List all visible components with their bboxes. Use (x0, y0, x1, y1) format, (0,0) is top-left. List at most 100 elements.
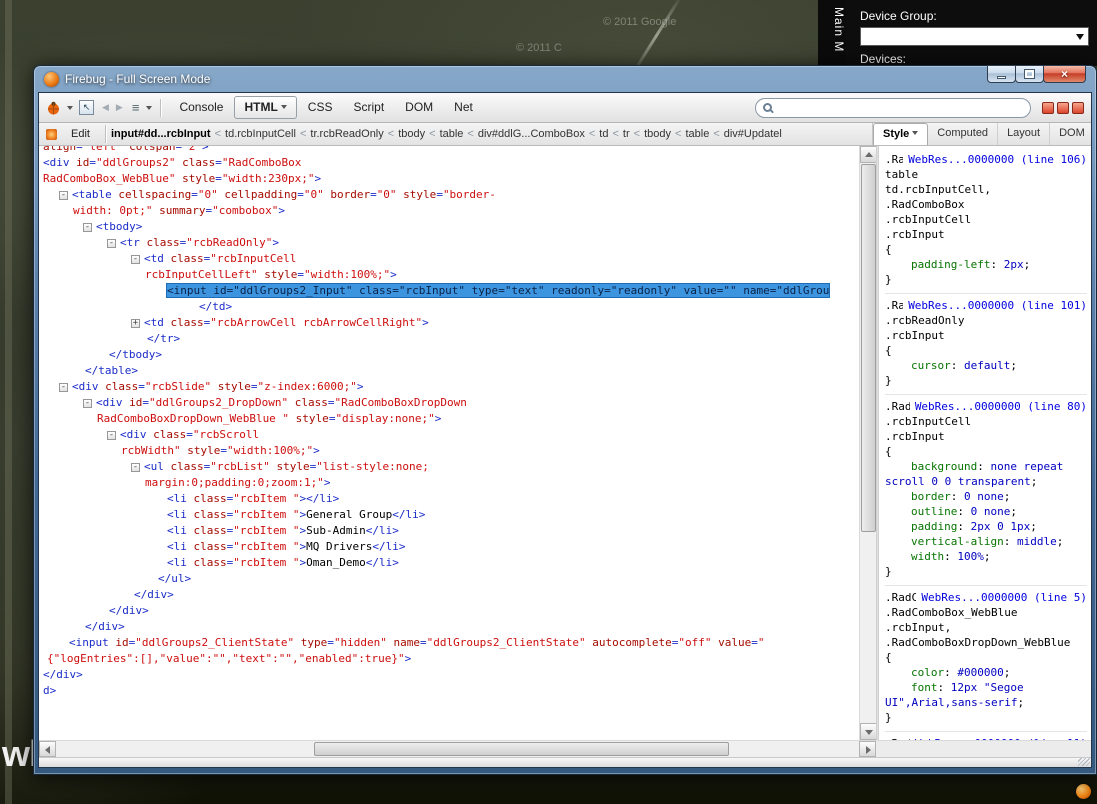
code-line[interactable]: - <tbody> (43, 219, 876, 235)
css-property[interactable]: outline: 0 none; (885, 504, 1087, 519)
code-line[interactable]: </div> (43, 667, 876, 683)
css-property[interactable]: background: none repeat scroll 0 0 trans… (885, 459, 1087, 489)
breadcrumb-item[interactable]: tr (623, 128, 630, 140)
breadcrumb-item[interactable]: div#ddlG...ComboBox (478, 128, 585, 140)
code-line[interactable]: d> (43, 683, 876, 699)
css-property[interactable]: color: #000000; (885, 665, 1087, 680)
panel-options-icon[interactable] (46, 128, 57, 140)
css-selector[interactable]: .rcbInput, (885, 620, 1087, 635)
css-selector[interactable]: table (885, 167, 1087, 182)
tab-script[interactable]: Script (343, 96, 394, 119)
code-line[interactable]: <input id="ddlGroups2_Input" class="rcbI… (43, 283, 876, 299)
side-tab-style[interactable]: Style (873, 123, 929, 145)
collapse-icon[interactable]: - (59, 191, 68, 200)
maximize-button[interactable] (1015, 65, 1044, 83)
source-link[interactable]: WebRes...0000000 (line 80) (909, 399, 1087, 414)
css-selector[interactable]: .RadComboBox_WebBlue (885, 605, 1087, 620)
code-line[interactable]: {"logEntries":[],"value":"","text":"","e… (43, 651, 876, 667)
collapse-icon[interactable]: - (131, 255, 140, 264)
scroll-right-button[interactable] (859, 741, 876, 757)
vertical-scrollbar[interactable] (859, 146, 876, 740)
code-line[interactable]: align="left" colspan="2"> (43, 146, 876, 155)
inspect-icon[interactable]: ↖ (79, 100, 94, 115)
code-line[interactable]: rcbWidth" style="width:100%;"> (43, 443, 876, 459)
code-line[interactable]: </table> (43, 363, 876, 379)
breadcrumb-item[interactable]: tr.rcbReadOnly (310, 128, 383, 140)
breadcrumb-item[interactable]: div#Updatel (724, 128, 782, 140)
breadcrumb-item[interactable]: table (440, 128, 464, 140)
code-line[interactable]: - <td class="rcbInputCell (43, 251, 876, 267)
css-selector[interactable]: .RadComboBox (885, 197, 1087, 212)
breadcrumb-item[interactable]: tbody (398, 128, 425, 140)
source-link[interactable]: WebRes...0000000 (line 5) (916, 590, 1087, 605)
code-line[interactable]: - <div id="ddlGroups2_DropDown" class="Ra… (43, 395, 876, 411)
expand-icon[interactable]: + (131, 319, 140, 328)
code-line[interactable]: RadComboBox_WebBlue" style="width:230px;… (43, 171, 876, 187)
collapse-icon[interactable]: - (107, 239, 116, 248)
main-menu-vertical-bar[interactable]: Main M (818, 0, 846, 66)
tab-console[interactable]: Console (169, 96, 233, 119)
code-line[interactable]: <li class="rcbItem ">Oman_Demo</li> (43, 555, 876, 571)
firebug-minimize-button[interactable] (1042, 101, 1054, 114)
css-selector[interactable]: .rcbInputCell (885, 414, 1087, 429)
code-line[interactable]: </td> (43, 299, 876, 315)
source-link[interactable]: WebRes...0000000 (line 101) (903, 298, 1087, 313)
collapse-icon[interactable]: - (107, 431, 116, 440)
css-property[interactable]: font: 12px "Segoe UI",Arial,sans-serif; (885, 680, 1087, 710)
resize-grip[interactable] (1078, 758, 1090, 766)
breadcrumb-item[interactable]: td.rcbInputCell (225, 128, 296, 140)
code-line[interactable]: width: 0pt;" summary="combobox"> (43, 203, 876, 219)
collapse-icon[interactable]: - (59, 383, 68, 392)
css-selector[interactable]: .rcbInput (885, 328, 1087, 343)
css-selector[interactable]: .rcbInput (885, 429, 1087, 444)
code-line[interactable]: rcbInputCellLeft" style="width:100%;"> (43, 267, 876, 283)
css-selector[interactable]: td.rcbInputCell, (885, 182, 1087, 197)
css-property[interactable]: padding: 2px 0 1px; (885, 519, 1087, 534)
source-link[interactable]: WebRes...0000000 (line 11) (909, 736, 1087, 740)
code-line[interactable]: </tr> (43, 331, 876, 347)
horizontal-scrollbar[interactable] (39, 740, 876, 757)
collapse-icon[interactable]: - (83, 399, 92, 408)
code-line[interactable]: - <div class="rcbScroll (43, 427, 876, 443)
code-line[interactable]: </div> (43, 619, 876, 635)
scroll-up-button[interactable] (860, 146, 876, 163)
css-selector[interactable]: .RadComboBoxDropDown_WebBlue (885, 635, 1087, 650)
forward-icon[interactable]: ▶ (114, 102, 125, 113)
code-line[interactable]: - <ul class="rcbList" style="list-style:n… (43, 459, 876, 475)
close-button[interactable]: × (1043, 65, 1086, 83)
search-input[interactable] (777, 99, 1030, 116)
tab-net[interactable]: Net (444, 96, 483, 119)
code-line[interactable]: margin:0;padding:0;zoom:1;"> (43, 475, 876, 491)
firebug-tray-icon[interactable] (1076, 784, 1091, 799)
code-line[interactable]: <li class="rcbItem ">MQ Drivers</li> (43, 539, 876, 555)
code-line[interactable]: <li class="rcbItem ">Sub-Admin</li> (43, 523, 876, 539)
code-line[interactable]: <div id="ddlGroups2" class="RadComboBox (43, 155, 876, 171)
code-line[interactable]: - <tr class="rcbReadOnly"> (43, 235, 876, 251)
breadcrumb-item[interactable]: input#dd...rcbInput (111, 128, 211, 140)
title-bar[interactable]: Firebug - Full Screen Mode × (38, 65, 1092, 92)
search-box[interactable] (755, 97, 1031, 118)
collapse-icon[interactable]: - (131, 463, 140, 472)
code-line[interactable]: </div> (43, 603, 876, 619)
css-property[interactable]: width: 100%; (885, 549, 1087, 564)
code-line[interactable]: + <td class="rcbArrowCell rcbArrowCellRig… (43, 315, 876, 331)
scroll-down-button[interactable] (860, 723, 876, 740)
code-line[interactable]: <li class="rcbItem ">General Group</li> (43, 507, 876, 523)
hscrollbar-thumb[interactable] (314, 742, 729, 756)
code-line[interactable]: - <table cellspacing="0" cellpadding="0" … (43, 187, 876, 203)
vscrollbar-thumb[interactable] (861, 164, 876, 533)
edit-button[interactable]: Edit (61, 126, 100, 142)
side-tab-dom[interactable]: DOM (1050, 123, 1091, 145)
code-line[interactable]: </div> (43, 587, 876, 603)
code-line[interactable]: RadComboBoxDropDown_WebBlue " style="dis… (43, 411, 876, 427)
code-line[interactable]: - <div class="rcbSlide" style="z-index:60… (43, 379, 876, 395)
minimize-button[interactable] (987, 65, 1016, 83)
css-selector[interactable]: .rcbInputCell (885, 212, 1087, 227)
css-property[interactable]: cursor: default; (885, 358, 1087, 373)
breadcrumb-item[interactable]: table (685, 128, 709, 140)
side-tab-computed[interactable]: Computed (928, 123, 999, 145)
code-line[interactable]: <input id="ddlGroups2_ClientState" type=… (43, 635, 876, 651)
tab-dom[interactable]: DOM (395, 96, 443, 119)
code-line[interactable]: <li class="rcbItem "></li> (43, 491, 876, 507)
firebug-maximize-button[interactable] (1057, 101, 1069, 114)
